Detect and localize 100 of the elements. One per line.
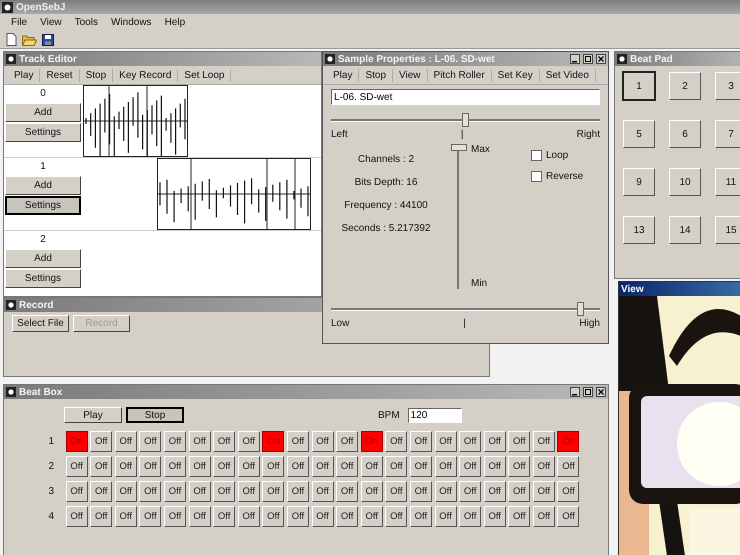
- step-button[interactable]: Off: [508, 431, 530, 452]
- step-button[interactable]: Off: [66, 456, 88, 477]
- step-button[interactable]: Off: [238, 481, 260, 502]
- step-button[interactable]: Off: [459, 506, 482, 527]
- step-button[interactable]: Off: [188, 481, 211, 502]
- step-button[interactable]: Off: [238, 431, 260, 452]
- step-button[interactable]: Off: [459, 481, 482, 502]
- slider-thumb[interactable]: [462, 113, 468, 127]
- step-button[interactable]: Off: [286, 506, 309, 527]
- step-button[interactable]: Off: [114, 481, 137, 502]
- step-button[interactable]: Off: [557, 506, 580, 527]
- step-button[interactable]: Off: [188, 431, 211, 452]
- step-button[interactable]: Off: [360, 481, 383, 502]
- pad-button[interactable]: 5: [623, 120, 655, 148]
- transport-button[interactable]: Play: [64, 407, 122, 423]
- checkbox[interactable]: [531, 171, 542, 182]
- toolbar-button[interactable]: View: [393, 68, 428, 82]
- toolbar-button[interactable]: Set Video: [540, 68, 596, 82]
- volume-slider[interactable]: [451, 144, 465, 289]
- step-button[interactable]: Off: [90, 481, 112, 502]
- toolbar-button[interactable]: Stop: [359, 68, 394, 82]
- step-button[interactable]: Off: [312, 431, 334, 452]
- step-button[interactable]: Off: [139, 456, 162, 477]
- step-button[interactable]: Off: [164, 506, 186, 527]
- step-button[interactable]: Off: [532, 431, 555, 452]
- step-button[interactable]: Off: [410, 456, 432, 477]
- step-button[interactable]: Off: [532, 506, 555, 527]
- step-button[interactable]: Off: [262, 506, 284, 527]
- step-button[interactable]: Off: [90, 506, 112, 527]
- close-icon[interactable]: [596, 387, 606, 397]
- step-button[interactable]: Off: [139, 506, 162, 527]
- step-button[interactable]: Off: [90, 431, 112, 452]
- step-button[interactable]: Off: [508, 456, 530, 477]
- step-button[interactable]: Off: [312, 506, 334, 527]
- step-button[interactable]: Off: [484, 431, 506, 452]
- record-button[interactable]: Select File: [12, 315, 69, 332]
- toolbar-button[interactable]: Set Key: [492, 68, 540, 82]
- pad-button[interactable]: 10: [669, 168, 701, 196]
- add-button[interactable]: Add: [5, 103, 81, 122]
- step-button[interactable]: Off: [360, 506, 383, 527]
- step-button[interactable]: Off: [188, 506, 211, 527]
- step-button[interactable]: Off: [213, 431, 236, 452]
- step-button[interactable]: Off: [286, 481, 309, 502]
- pad-button[interactable]: 14: [669, 216, 701, 244]
- toolbar-button[interactable]: Pitch Roller: [428, 68, 492, 82]
- step-button[interactable]: Off: [557, 456, 580, 477]
- step-button[interactable]: Off: [532, 481, 555, 502]
- step-button[interactable]: Off: [434, 431, 456, 452]
- step-button[interactable]: Off: [410, 481, 432, 502]
- save-icon[interactable]: [42, 34, 54, 46]
- step-button[interactable]: Off: [459, 431, 482, 452]
- step-button[interactable]: Off: [484, 481, 506, 502]
- step-button[interactable]: Off: [434, 481, 456, 502]
- step-button[interactable]: Off: [238, 506, 260, 527]
- toolbar-button[interactable]: Set Loop: [178, 68, 232, 82]
- step-button[interactable]: Off: [262, 456, 284, 477]
- step-button[interactable]: Off: [459, 456, 482, 477]
- pad-button[interactable]: 13: [623, 216, 655, 244]
- step-button[interactable]: Off: [360, 456, 383, 477]
- menu-item[interactable]: View: [35, 17, 70, 28]
- maximize-icon[interactable]: [583, 387, 593, 397]
- slider-thumb[interactable]: [451, 144, 467, 151]
- step-button[interactable]: Off: [213, 506, 236, 527]
- step-button[interactable]: Off: [213, 456, 236, 477]
- step-button[interactable]: Off: [114, 456, 137, 477]
- step-button[interactable]: Off: [336, 481, 358, 502]
- step-button[interactable]: Off: [385, 481, 408, 502]
- toolbar-button[interactable]: Play: [8, 68, 40, 82]
- checkbox[interactable]: [531, 150, 542, 161]
- step-button[interactable]: Off: [164, 481, 186, 502]
- step-button[interactable]: Off: [484, 506, 506, 527]
- name-field[interactable]: L-06. SD-wet: [331, 89, 600, 105]
- step-button[interactable]: Off: [484, 456, 506, 477]
- step-button[interactable]: Off: [213, 481, 236, 502]
- step-button[interactable]: Off: [312, 481, 334, 502]
- step-button[interactable]: Off: [385, 456, 408, 477]
- menu-item[interactable]: Windows: [106, 17, 160, 28]
- add-button[interactable]: Add: [5, 249, 81, 268]
- pad-button[interactable]: 7: [715, 120, 740, 148]
- step-button[interactable]: Off: [286, 431, 309, 452]
- step-button[interactable]: Off: [188, 456, 211, 477]
- minimize-icon[interactable]: [570, 54, 580, 64]
- step-button[interactable]: Off: [238, 456, 260, 477]
- step-button[interactable]: Off: [336, 506, 358, 527]
- toolbar-button[interactable]: Play: [327, 68, 360, 82]
- toolbar-button[interactable]: Key Record: [113, 68, 178, 82]
- step-button[interactable]: Off: [557, 481, 580, 502]
- step-button[interactable]: Off: [532, 456, 555, 477]
- step-button[interactable]: Off: [114, 506, 137, 527]
- step-button[interactable]: Off: [90, 456, 112, 477]
- pad-button[interactable]: 11: [715, 168, 740, 196]
- step-button[interactable]: Off: [385, 506, 408, 527]
- step-button[interactable]: Off: [385, 431, 408, 452]
- step-button[interactable]: Off: [410, 506, 432, 527]
- step-button[interactable]: Off: [434, 456, 456, 477]
- settings-button[interactable]: Settings: [5, 123, 81, 142]
- bpm-field[interactable]: 120: [408, 408, 462, 422]
- step-button[interactable]: Off: [262, 481, 284, 502]
- menu-item[interactable]: File: [6, 17, 36, 28]
- pitch-slider[interactable]: [331, 302, 600, 316]
